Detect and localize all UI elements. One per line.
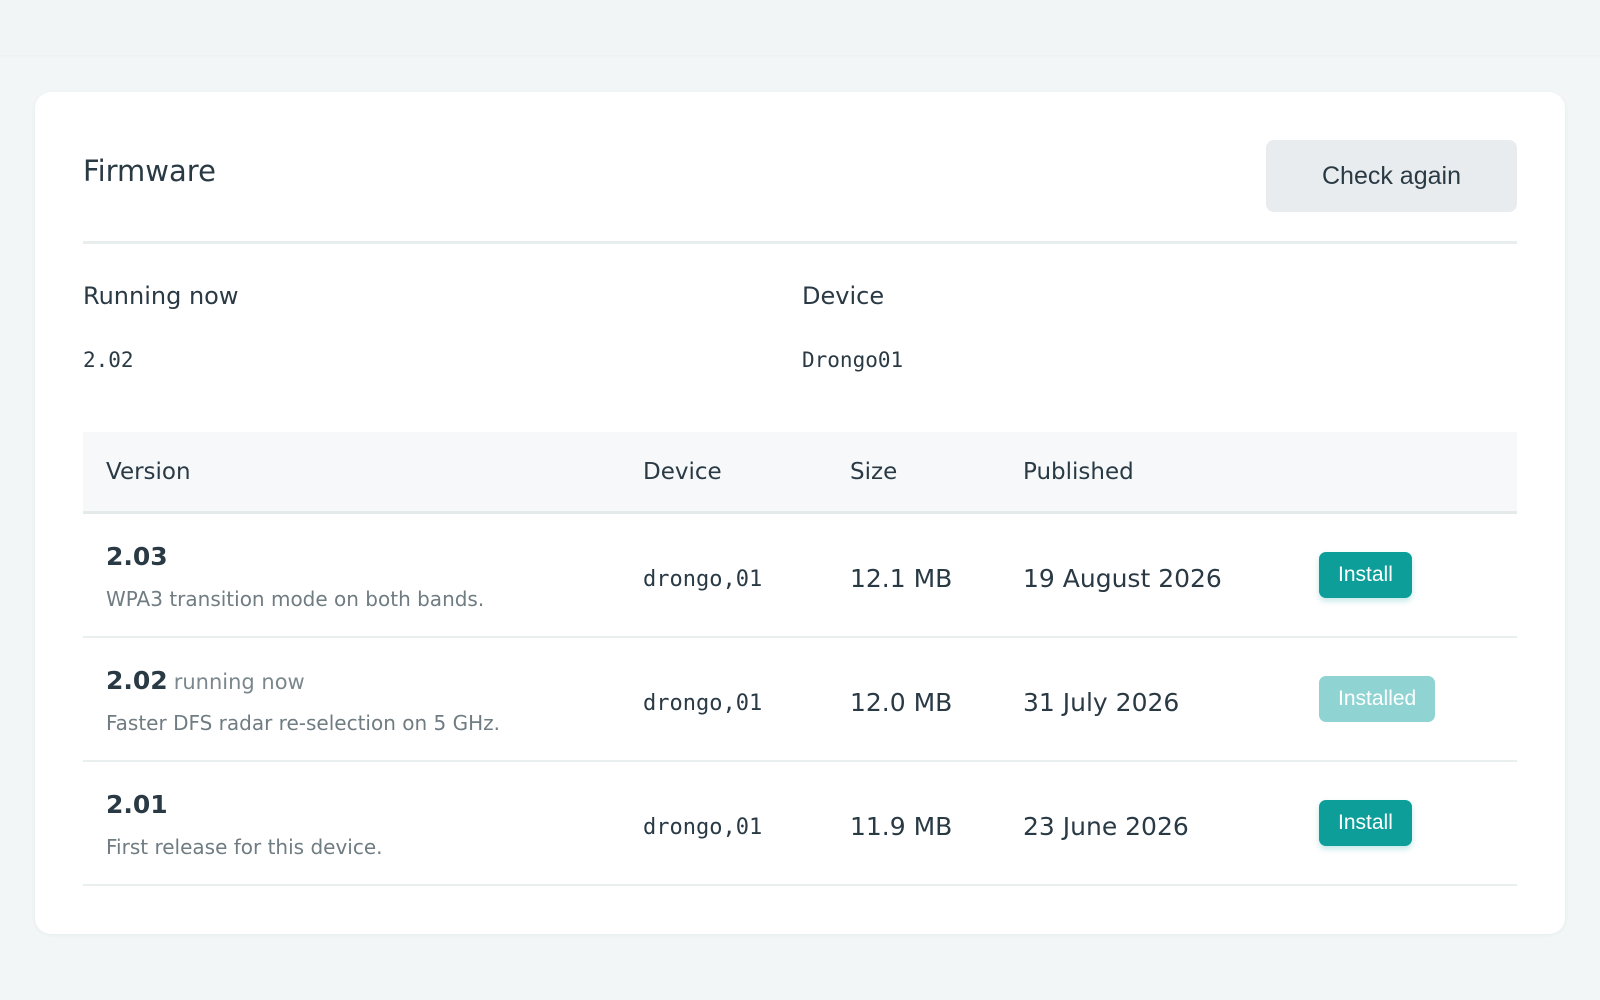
page-title: Firmware <box>83 154 216 188</box>
top-bar <box>0 0 1600 55</box>
version-number: 2.01 <box>106 790 168 819</box>
running-now-section: Running now 2.02 <box>83 282 683 372</box>
column-header-version: Version <box>106 459 191 485</box>
running-now-value: 2.02 <box>83 348 134 372</box>
firmware-table: Version Device Size Published 2.03 WPA3 … <box>83 432 1517 886</box>
published-cell: 23 June 2026 <box>1023 812 1189 841</box>
published-cell: 19 August 2026 <box>1023 564 1222 593</box>
version-description: Faster DFS radar re-selection on 5 GHz. <box>106 711 500 735</box>
published-cell: 31 July 2026 <box>1023 688 1180 717</box>
version-description: WPA3 transition mode on both bands. <box>106 587 485 611</box>
device-cell: drongo,01 <box>643 691 763 716</box>
firmware-summary: Running now 2.02 Device Drongo01 <box>83 282 1517 392</box>
table-row: 2.03 WPA3 transition mode on both bands.… <box>83 514 1517 638</box>
running-now-note: running now <box>173 670 305 694</box>
device-label: Device <box>802 282 885 310</box>
version-cell: 2.01 <box>106 790 174 819</box>
card-header: Firmware Check again <box>83 140 1517 244</box>
version-number: 2.03 <box>106 542 168 571</box>
column-header-device: Device <box>643 459 722 485</box>
table-row: 2.01 First release for this device. dron… <box>83 762 1517 886</box>
size-cell: 11.9 MB <box>850 812 953 841</box>
table-row: 2.02 running now Faster DFS radar re-sele… <box>83 638 1517 762</box>
version-number: 2.02 <box>106 666 168 695</box>
device-cell: drongo,01 <box>643 815 763 840</box>
column-header-size: Size <box>850 459 898 485</box>
version-description: First release for this device. <box>106 835 383 859</box>
column-header-published: Published <box>1023 459 1134 485</box>
device-section: Device Drongo01 <box>802 282 1402 372</box>
device-value: Drongo01 <box>802 348 904 372</box>
table-header: Version Device Size Published <box>83 432 1517 514</box>
version-cell: 2.03 <box>106 542 174 571</box>
install-button[interactable]: Install <box>1319 552 1412 598</box>
size-cell: 12.1 MB <box>850 564 953 593</box>
version-cell: 2.02 running now <box>106 666 305 695</box>
check-again-button[interactable]: Check again <box>1266 140 1517 212</box>
install-button[interactable]: Install <box>1319 800 1412 846</box>
size-cell: 12.0 MB <box>850 688 953 717</box>
device-cell: drongo,01 <box>643 567 763 592</box>
firmware-card: Firmware Check again Running now 2.02 De… <box>35 92 1565 934</box>
installed-button: Installed <box>1319 676 1436 722</box>
running-now-label: Running now <box>83 282 239 310</box>
